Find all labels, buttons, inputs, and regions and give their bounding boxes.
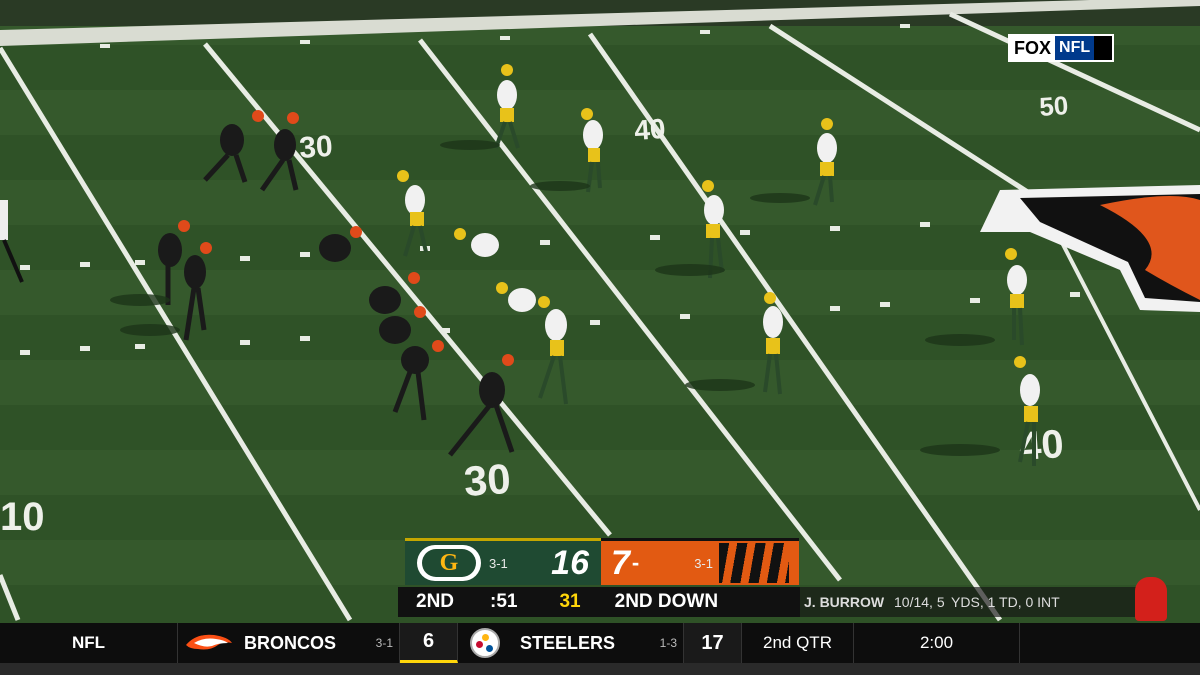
scorebug-away-team: 7 - 3-1 — [601, 538, 799, 585]
score-ticker: NFL BRONCOS 3-1 6 STEELERS 1-3 17 2nd QT… — [0, 623, 1200, 663]
yard-number: 10 — [0, 495, 45, 539]
stat-line-values: 10/14, 5 YDS, 1 TD, 0 INT — [894, 594, 1060, 610]
player-stat-line: J. BURROW 10/14, 5 YDS, 1 TD, 0 INT — [800, 587, 1140, 617]
scorebug-game-status: 2ND :51 31 2ND DOWN — [398, 587, 800, 617]
away-score: 7 — [611, 543, 630, 582]
ticker-team1: BRONCOS 3-1 — [178, 623, 400, 663]
ticker-clock: 2:00 — [854, 623, 1020, 663]
steelers-logo-icon — [470, 628, 500, 658]
away-record: 3-1 — [694, 555, 713, 571]
bottom-strip — [0, 663, 1200, 675]
yard-number: 50 — [1038, 90, 1069, 122]
ticker-quarter: 2nd QTR — [742, 623, 854, 663]
yard-number: 40 — [633, 113, 666, 146]
fox-bug-marker-icon — [1135, 577, 1167, 621]
game-clock: :51 — [490, 591, 518, 612]
away-timeout-indicator: - — [631, 550, 640, 575]
packers-logo-letter: G — [422, 549, 476, 577]
scorebug: G 3-1 16 7 - 3-1 — [405, 538, 799, 585]
fox-nfl-logo-icon: FOX NFL — [1008, 34, 1114, 62]
ticker-team2-score: 17 — [684, 623, 742, 663]
yard-number: 30 — [462, 455, 512, 505]
stat-player-name: J. BURROW — [804, 594, 885, 610]
ticker-team1-score: 6 — [400, 623, 458, 663]
scorebug-home-team: G 3-1 16 — [405, 538, 601, 585]
play-clock: 31 — [559, 591, 581, 612]
ticker-team1-name: BRONCOS — [244, 632, 337, 653]
quarter: 2ND — [416, 591, 455, 612]
bengals-stripes-icon — [719, 543, 789, 583]
packers-logo-icon: G — [417, 545, 481, 581]
league-name: NFL — [1055, 36, 1095, 60]
broncos-logo-icon — [186, 634, 232, 650]
ticker-team2-record: 1-3 — [659, 636, 677, 650]
ticker-team2-name: STEELERS — [520, 632, 616, 653]
home-record: 3-1 — [489, 555, 508, 571]
down-distance: 2ND DOWN — [614, 591, 719, 612]
home-score: 16 — [551, 543, 589, 582]
yard-number: 30 — [298, 130, 334, 165]
ticker-team2: STEELERS 1-3 — [458, 623, 684, 663]
ticker-team1-record: 3-1 — [375, 636, 393, 650]
ticker-league: NFL — [0, 623, 178, 663]
network-name: FOX — [1010, 36, 1056, 60]
